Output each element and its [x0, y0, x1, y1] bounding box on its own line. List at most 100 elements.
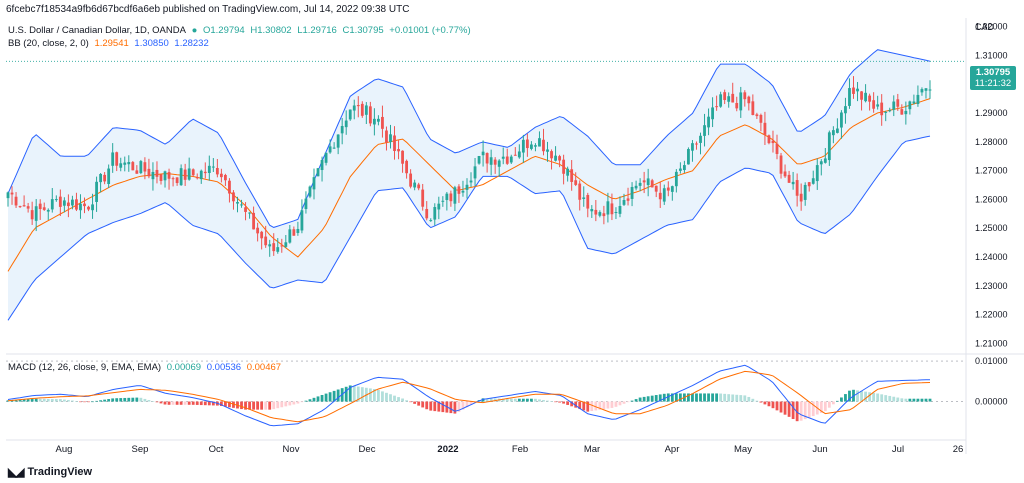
- candle-body: [336, 134, 340, 148]
- macd-legend[interactable]: MACD (12, 26, close, 9, EMA, EMA) 0.0006…: [8, 362, 284, 373]
- macd-histogram-bar: [695, 393, 698, 402]
- macd-histogram-bar: [336, 389, 340, 402]
- macd-histogram-bar: [920, 398, 924, 402]
- macd-histogram-bar: [711, 393, 714, 402]
- macd-histogram-bar: [95, 400, 98, 402]
- candle-body: [650, 180, 654, 188]
- candle-body: [224, 175, 227, 181]
- candle-body: [6, 192, 10, 199]
- macd-signal-line: [7, 370, 931, 423]
- macd-histogram-bar: [735, 394, 739, 402]
- candle-body: [707, 116, 710, 128]
- macd-histogram-bar: [139, 397, 143, 402]
- macd-histogram-bar: [79, 401, 82, 403]
- candle: [131, 160, 135, 171]
- chart-canvas[interactable]: 1.320001.310001.300001.290001.280001.270…: [0, 0, 1024, 483]
- candle-body: [904, 110, 908, 115]
- macd-histogram-bar: [634, 399, 638, 402]
- candle-body: [554, 155, 557, 161]
- candle-body: [171, 178, 175, 180]
- macd-line-value: 0.00536: [206, 362, 242, 373]
- brand-name: TradingView: [27, 466, 93, 478]
- candle-body: [401, 150, 404, 164]
- macd-histogram-bar: [521, 398, 525, 402]
- candle-body: [787, 174, 791, 183]
- macd-histogram-bar: [513, 398, 517, 402]
- macd-histogram-bar: [719, 393, 723, 402]
- candle-body: [525, 139, 529, 149]
- candle-body: [99, 173, 103, 183]
- candle-body: [103, 174, 107, 182]
- candle-body: [715, 106, 719, 108]
- macd-histogram-bar: [240, 401, 243, 410]
- candle-body: [30, 210, 34, 220]
- candle-body: [18, 206, 22, 208]
- macd-histogram-bar: [195, 401, 199, 405]
- macd-histogram-bar: [799, 401, 803, 421]
- macd-histogram-bar: [62, 399, 66, 402]
- time-tick-label: 2022: [437, 444, 458, 455]
- dot-icon: ●: [191, 25, 198, 36]
- tradingview-logo[interactable]: ◣◢ TradingView: [8, 465, 92, 479]
- macd-histogram-bar: [304, 400, 308, 402]
- macd-histogram-bar: [123, 397, 127, 402]
- macd-histogram-bar: [115, 398, 119, 402]
- macd-histogram-bar: [912, 398, 916, 402]
- last-price-tag: 1.30795 11:21:32: [970, 66, 1016, 90]
- macd-histogram-bar: [743, 395, 747, 402]
- macd-histogram-bar: [143, 398, 147, 402]
- macd-histogram-bar: [288, 401, 292, 406]
- time-tick-label: Oct: [209, 444, 224, 455]
- candle-body: [240, 204, 243, 206]
- macd-histogram-bar: [54, 399, 58, 402]
- macd-histogram-bar: [147, 400, 151, 402]
- candle-body: [385, 130, 388, 143]
- price-tick-label: 1.23000: [975, 281, 1008, 291]
- macd-signal-value: 0.00467: [246, 362, 282, 373]
- macd-histogram-bar: [155, 401, 159, 403]
- candle-body: [360, 103, 364, 116]
- candle-body: [852, 87, 855, 94]
- candle-body: [179, 168, 183, 186]
- candle-body: [256, 227, 260, 234]
- macd-histogram-bar: [46, 398, 50, 402]
- candle-body: [54, 199, 58, 201]
- candle-body: [739, 92, 743, 111]
- macd-histogram-bar: [888, 395, 892, 402]
- candle-body: [743, 92, 747, 100]
- time-tick-label: Dec: [359, 444, 376, 455]
- macd-histogram-bar: [751, 398, 755, 402]
- candle-body: [417, 184, 421, 189]
- macd-histogram-bar: [650, 395, 654, 402]
- candle-body: [457, 186, 461, 194]
- macd-histogram-bar: [103, 399, 107, 402]
- macd-histogram-bar: [312, 397, 316, 402]
- candle-body: [219, 173, 223, 178]
- macd-histogram-bar: [433, 401, 437, 412]
- candle-body: [872, 100, 876, 109]
- time-tick-label: 26: [953, 444, 964, 455]
- candle-body: [393, 135, 396, 152]
- macd-histogram-bar: [707, 393, 710, 402]
- candle-body: [699, 135, 702, 143]
- candle-body: [795, 180, 799, 196]
- candle: [139, 159, 143, 175]
- candle-body: [530, 144, 533, 149]
- macd-histogram-bar: [715, 393, 719, 402]
- macd-histogram-bar: [727, 394, 731, 402]
- candle-body: [397, 149, 400, 152]
- candle-body: [695, 143, 698, 145]
- candle-body: [558, 156, 561, 161]
- bb-legend[interactable]: BB (20, close, 2, 0) 1.29541 1.30850 1.2…: [8, 38, 212, 49]
- candle-body: [638, 182, 642, 186]
- candle-body: [501, 156, 505, 159]
- candle-body: [546, 149, 549, 152]
- macd-histogram-bar: [187, 401, 191, 405]
- candle-body: [642, 180, 646, 183]
- time-tick-label: Aug: [56, 444, 73, 455]
- candle-body: [119, 163, 123, 168]
- macd-histogram-bar: [928, 398, 932, 402]
- macd-histogram-bar: [320, 394, 324, 402]
- macd-histogram-bar: [610, 401, 614, 408]
- macd-tick-label: 0.01000: [975, 356, 1008, 366]
